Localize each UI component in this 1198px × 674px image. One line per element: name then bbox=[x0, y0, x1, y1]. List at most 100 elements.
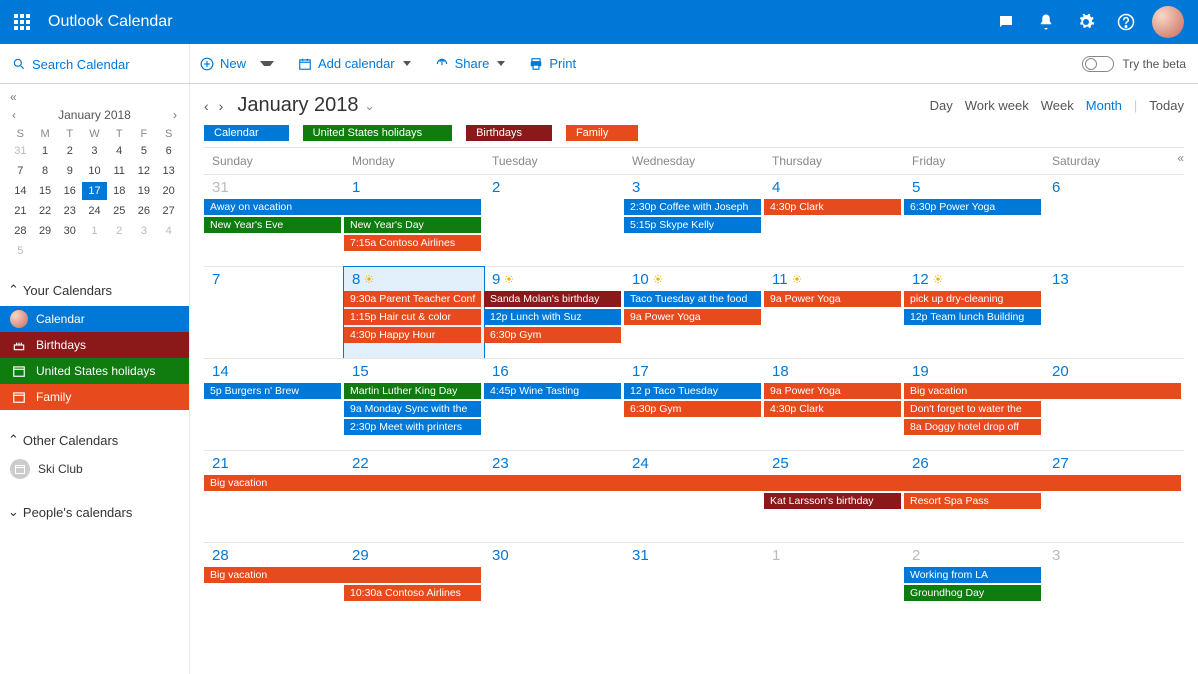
app-launcher-icon[interactable] bbox=[8, 8, 36, 36]
day-cell[interactable]: 16 bbox=[484, 359, 624, 450]
peoples-calendars-header[interactable]: ⌄ People's calendars bbox=[8, 500, 181, 524]
calendar-event[interactable]: 12 p Taco Tuesday bbox=[624, 383, 761, 399]
settings-icon[interactable] bbox=[1066, 0, 1106, 44]
day-cell[interactable]: 27 bbox=[1044, 451, 1184, 542]
calendar-event[interactable]: Big vacation bbox=[204, 475, 1181, 491]
mini-day[interactable]: 8 bbox=[33, 162, 58, 180]
legend-item[interactable]: Family bbox=[566, 125, 638, 141]
mini-day[interactable]: 20 bbox=[156, 182, 181, 200]
new-button[interactable]: New bbox=[200, 56, 274, 71]
help-icon[interactable] bbox=[1106, 0, 1146, 44]
calendar-item[interactable]: Ski Club bbox=[0, 456, 189, 482]
print-button[interactable]: Print bbox=[529, 56, 576, 71]
share-button[interactable]: Share bbox=[435, 56, 506, 71]
day-cell[interactable]: 11 bbox=[764, 267, 904, 358]
calendar-event[interactable]: 4:30p Clark bbox=[764, 199, 901, 215]
mini-day[interactable]: 9 bbox=[57, 162, 82, 180]
calendar-event[interactable]: Away on vacation bbox=[204, 199, 481, 215]
mini-day[interactable]: 6 bbox=[156, 142, 181, 160]
mini-day[interactable]: 7 bbox=[8, 162, 33, 180]
mini-month-label[interactable]: January 2018 bbox=[58, 108, 131, 122]
calendar-event[interactable]: 1:15p Hair cut & color bbox=[344, 309, 481, 325]
calendar-event[interactable]: 4:30p Clark bbox=[764, 401, 901, 417]
day-cell[interactable]: 6 bbox=[1044, 175, 1184, 266]
calendar-event[interactable]: Kat Larsson's birthday bbox=[764, 493, 901, 509]
mini-day[interactable]: 13 bbox=[156, 162, 181, 180]
chat-icon[interactable] bbox=[986, 0, 1026, 44]
day-cell[interactable]: 13 bbox=[1044, 267, 1184, 358]
month-title[interactable]: January 2018 ⌄ bbox=[237, 94, 374, 117]
mini-day[interactable]: 21 bbox=[8, 202, 33, 220]
mini-day[interactable]: 26 bbox=[132, 202, 157, 220]
calendar-event[interactable]: 5:15p Skype Kelly bbox=[624, 217, 761, 233]
calendar-event[interactable]: New Year's Day bbox=[344, 217, 481, 233]
legend-item[interactable]: Birthdays bbox=[466, 125, 552, 141]
calendar-event[interactable]: 6:30p Power Yoga bbox=[904, 199, 1041, 215]
calendar-event[interactable]: pick up dry-cleaning bbox=[904, 291, 1041, 307]
mini-day[interactable]: 12 bbox=[132, 162, 157, 180]
calendar-event[interactable]: 6:30p Gym bbox=[624, 401, 761, 417]
today-button[interactable]: Today bbox=[1149, 98, 1184, 113]
mini-day[interactable]: 24 bbox=[82, 202, 107, 220]
beta-toggle[interactable] bbox=[1082, 56, 1114, 72]
mini-day[interactable]: 5 bbox=[132, 142, 157, 160]
mini-day[interactable]: 22 bbox=[33, 202, 58, 220]
calendar-event[interactable]: 9a Power Yoga bbox=[764, 383, 901, 399]
collapse-agenda-icon[interactable]: « bbox=[1177, 151, 1184, 165]
mini-day[interactable]: 11 bbox=[107, 162, 132, 180]
mini-day[interactable]: 1 bbox=[82, 222, 107, 240]
calendar-event[interactable]: 4:30p Happy Hour bbox=[344, 327, 481, 343]
calendar-item[interactable]: Family bbox=[0, 384, 189, 410]
mini-day[interactable]: 23 bbox=[57, 202, 82, 220]
calendar-event[interactable]: 2:30p Meet with printers bbox=[344, 419, 481, 435]
calendar-event[interactable]: 8a Doggy hotel drop off bbox=[904, 419, 1041, 435]
legend-item[interactable]: United States holidays bbox=[303, 125, 452, 141]
prev-month-icon[interactable]: ‹ bbox=[12, 108, 16, 122]
day-cell[interactable]: 7 bbox=[204, 267, 344, 358]
your-calendars-header[interactable]: ⌃ Your Calendars bbox=[8, 278, 181, 302]
view-option[interactable]: Week bbox=[1041, 98, 1074, 113]
view-option[interactable]: Day bbox=[930, 98, 953, 113]
day-cell[interactable]: 24 bbox=[624, 451, 764, 542]
calendar-event[interactable]: Martin Luther King Day bbox=[344, 383, 481, 399]
calendar-event[interactable]: Sanda Molan's birthday bbox=[484, 291, 621, 307]
chevron-down-icon[interactable] bbox=[497, 61, 505, 66]
day-cell[interactable]: 5 bbox=[904, 175, 1044, 266]
add-calendar-button[interactable]: Add calendar bbox=[298, 56, 411, 71]
calendar-event[interactable]: Big vacation bbox=[204, 567, 481, 583]
collapse-sidebar-icon[interactable]: « bbox=[8, 90, 181, 104]
next-month-icon[interactable]: › bbox=[173, 108, 177, 122]
calendar-item[interactable]: Calendar bbox=[0, 306, 189, 332]
calendar-event[interactable]: Don't forget to water the bbox=[904, 401, 1041, 417]
mini-day[interactable]: 15 bbox=[33, 182, 58, 200]
mini-day[interactable]: 29 bbox=[33, 222, 58, 240]
calendar-event[interactable]: 9:30a Parent Teacher Conf bbox=[344, 291, 481, 307]
calendar-event[interactable]: Working from LA bbox=[904, 567, 1041, 583]
notifications-icon[interactable] bbox=[1026, 0, 1066, 44]
day-cell[interactable]: 14 bbox=[204, 359, 344, 450]
calendar-event[interactable]: Groundhog Day bbox=[904, 585, 1041, 601]
mini-day[interactable]: 2 bbox=[57, 142, 82, 160]
next-period-icon[interactable]: › bbox=[219, 98, 224, 114]
chevron-down-icon[interactable] bbox=[260, 61, 274, 66]
day-cell[interactable]: 20 bbox=[1044, 359, 1184, 450]
calendar-event[interactable]: 9a Power Yoga bbox=[624, 309, 761, 325]
mini-day[interactable]: 19 bbox=[132, 182, 157, 200]
calendar-event[interactable]: Resort Spa Pass bbox=[904, 493, 1041, 509]
mini-day[interactable]: 31 bbox=[8, 142, 33, 160]
mini-day[interactable]: 4 bbox=[107, 142, 132, 160]
calendar-event[interactable]: New Year's Eve bbox=[204, 217, 341, 233]
day-cell[interactable]: 28 bbox=[204, 543, 344, 634]
mini-day[interactable]: 5 bbox=[8, 242, 33, 260]
calendar-item[interactable]: United States holidays bbox=[0, 358, 189, 384]
calendar-event[interactable]: 6:30p Gym bbox=[484, 327, 621, 343]
prev-period-icon[interactable]: ‹ bbox=[204, 98, 209, 114]
mini-day[interactable]: 25 bbox=[107, 202, 132, 220]
mini-day[interactable]: 16 bbox=[57, 182, 82, 200]
other-calendars-header[interactable]: ⌃ Other Calendars bbox=[8, 428, 181, 452]
day-cell[interactable]: 4 bbox=[764, 175, 904, 266]
user-avatar[interactable] bbox=[1152, 6, 1184, 38]
day-cell[interactable]: 31 bbox=[624, 543, 764, 634]
calendar-item[interactable]: Birthdays bbox=[0, 332, 189, 358]
day-cell[interactable]: 21 bbox=[204, 451, 344, 542]
